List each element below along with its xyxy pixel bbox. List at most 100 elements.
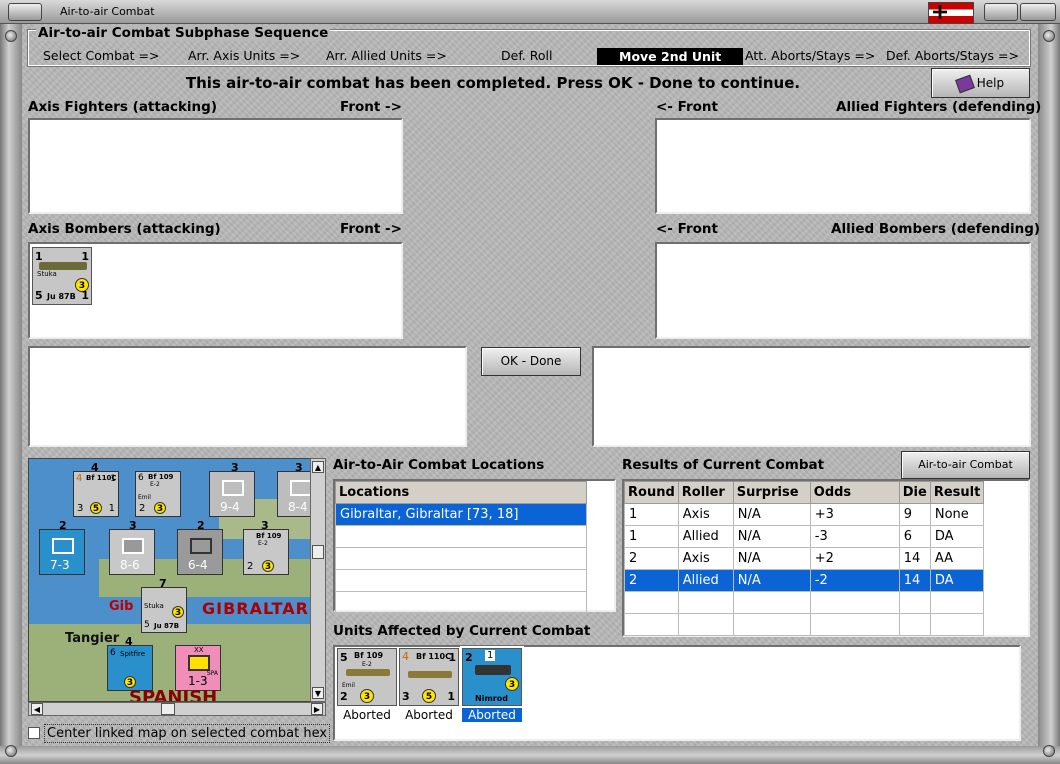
axis-bombers-box[interactable]: 1 1 Stuka 3 5 Ju 87B 1 [28, 242, 403, 339]
result-row[interactable]: 1 Allied N/A -3 6 DA [624, 525, 985, 548]
location-row[interactable] [335, 547, 587, 570]
sequence-legend: Air-to-air Combat Subphase Sequence [36, 25, 331, 41]
counter-value: 2 [465, 651, 473, 664]
locations-list[interactable]: Locations Gibraltar, Gibraltar [73, 18] [333, 479, 616, 614]
map-unit-corps[interactable]: 8-6 [109, 529, 155, 575]
counter-value: 3 [77, 503, 84, 514]
infantry-icon [290, 480, 312, 496]
result-row[interactable]: 2 Axis N/A +2 14 AA [624, 547, 985, 570]
right-frame [1038, 24, 1060, 764]
location-row[interactable] [335, 591, 587, 614]
book-icon [954, 74, 975, 93]
affected-unit-nimrod[interactable]: 2 1 3 Nimrod [460, 646, 524, 708]
col-round: Round [624, 481, 679, 504]
map-unit-stuka[interactable]: Stuka 5 Ju 87B 3 [141, 587, 187, 633]
counter-value: 1 [447, 690, 455, 703]
aircraft-icon [346, 669, 390, 676]
close-button[interactable] [1020, 3, 1056, 21]
map-unit-bf109[interactable]: Bf 109 E-2 2 3 [243, 529, 289, 575]
counter-name: Bf 109 [148, 473, 174, 481]
result-cell: +2 [809, 547, 900, 570]
seq-step-arr-allied: Arr. Allied Units => [326, 48, 447, 63]
center-map-checkbox[interactable] [28, 727, 40, 739]
affected-units-box[interactable]: 5 Bf 109 E-2 Emil 2 3 Aborted 4 Bf 110C … [333, 645, 1021, 741]
location-cell [335, 569, 587, 592]
location-row[interactable] [335, 569, 587, 592]
result-cell [929, 613, 985, 636]
map-unit-spitfire[interactable]: 6 Spitfire 3 [107, 645, 153, 691]
results-table-box[interactable]: Round Roller Surprise Odds Die Result 1A… [622, 479, 1030, 637]
counter-name: Bf 109 [256, 532, 282, 540]
allied-bombers-box[interactable] [655, 242, 1031, 339]
map-unit-corps[interactable]: 9-4 [209, 471, 255, 517]
counter-badge: 3 [262, 560, 274, 572]
seq-step-arr-axis: Arr. Axis Units => [188, 48, 301, 63]
infantry-icon [52, 538, 74, 554]
result-cell: None [929, 503, 985, 526]
counter-name: Spitfire [120, 650, 146, 658]
counter-sub: E-2 [258, 540, 268, 547]
result-cell: -2 [809, 569, 900, 592]
stack-count: 2 [197, 519, 205, 532]
counter-value: 5 [340, 651, 348, 664]
result-cell [732, 591, 811, 614]
counter-values: 1-3 [188, 674, 208, 688]
map-unit-spanish-corps[interactable]: XX SPA 1-3 [175, 645, 221, 691]
counter-sub: E-2 [150, 481, 160, 488]
counter-value: 5 [35, 289, 43, 302]
location-row[interactable] [335, 525, 587, 548]
left-frame [0, 24, 22, 764]
seq-step-def-aborts: Def. Aborts/Stays => [886, 48, 1019, 63]
allied-bombers-front-label: <- Front [656, 221, 718, 237]
frame-bolt-icon [5, 30, 17, 42]
map-unit-bf109[interactable]: 6 Bf 109 E-2 Emil 2 3 [135, 471, 181, 517]
ok-done-button[interactable]: OK - Done [481, 347, 581, 376]
result-row[interactable]: 2 Allied N/A -2 14 DA [624, 569, 985, 592]
unit-counter-ju87b[interactable]: 1 1 Stuka 3 5 Ju 87B 1 [32, 247, 92, 305]
result-cell [898, 591, 931, 614]
scroll-right-icon[interactable]: ▶ [311, 703, 323, 715]
scroll-down-icon[interactable]: ▼ [312, 687, 324, 699]
result-cell: 1 [624, 503, 679, 526]
counter-value: 2 [139, 503, 146, 514]
window-title: Air-to-air Combat [60, 5, 155, 18]
results-title: Results of Current Combat [622, 457, 825, 473]
seq-step-att-aborts: Att. Aborts/Stays => [745, 48, 876, 63]
counter-value: 4 [76, 473, 83, 484]
affected-unit-bf109[interactable]: 5 Bf 109 E-2 Emil 2 3 [337, 648, 397, 706]
mini-map[interactable]: 4 Bf 110C 1 3 5 1 6 Bf 109 E-2 Emil 2 3 … [28, 458, 326, 702]
scroll-thumb[interactable] [312, 545, 324, 559]
map-unit-corps[interactable]: 6-4 [177, 529, 223, 575]
map-unit-corps[interactable]: 7-3 [39, 529, 85, 575]
result-cell [732, 613, 811, 636]
counter-value: 1 [110, 474, 116, 484]
stack-count: 3 [231, 461, 239, 474]
results-header-row: Round Roller Surprise Odds Die Result [624, 481, 985, 504]
scroll-up-icon[interactable]: ▲ [312, 461, 324, 473]
minimize-button[interactable] [984, 3, 1018, 21]
system-menu-button[interactable] [8, 3, 42, 21]
combat-chart-button[interactable]: Air-to-air Combat Chart [901, 451, 1030, 497]
affected-unit-bf110c[interactable]: 4 Bf 110C 1 3 5 1 [399, 648, 459, 706]
map-unit-bf110c[interactable]: 4 Bf 110C 1 3 5 1 [73, 471, 119, 517]
allied-fighters-box[interactable] [655, 118, 1031, 214]
col-roller: Roller [677, 481, 734, 504]
counter-corps: XX [194, 646, 204, 654]
result-row[interactable] [624, 613, 985, 636]
result-cell: AA [929, 547, 985, 570]
map-horizontal-scrollbar[interactable]: ◀ ▶ [28, 702, 326, 716]
map-vertical-scrollbar[interactable]: ▲ ▼ [310, 458, 326, 702]
scroll-thumb[interactable] [161, 703, 175, 715]
result-row[interactable] [624, 591, 985, 614]
help-button[interactable]: Help [931, 68, 1030, 98]
center-map-label[interactable]: Center linked map on selected combat hex [44, 724, 331, 743]
result-row[interactable]: 1 Axis N/A +3 9 None [624, 503, 985, 526]
result-cell: +3 [809, 503, 900, 526]
axis-fighters-box[interactable] [28, 118, 403, 214]
result-cell: DA [929, 525, 985, 548]
result-cell: -3 [809, 525, 900, 548]
allied-details-box [592, 346, 1031, 447]
scroll-left-icon[interactable]: ◀ [31, 703, 43, 715]
location-row[interactable]: Gibraltar, Gibraltar [73, 18] [335, 503, 587, 526]
location-cell [335, 525, 587, 548]
